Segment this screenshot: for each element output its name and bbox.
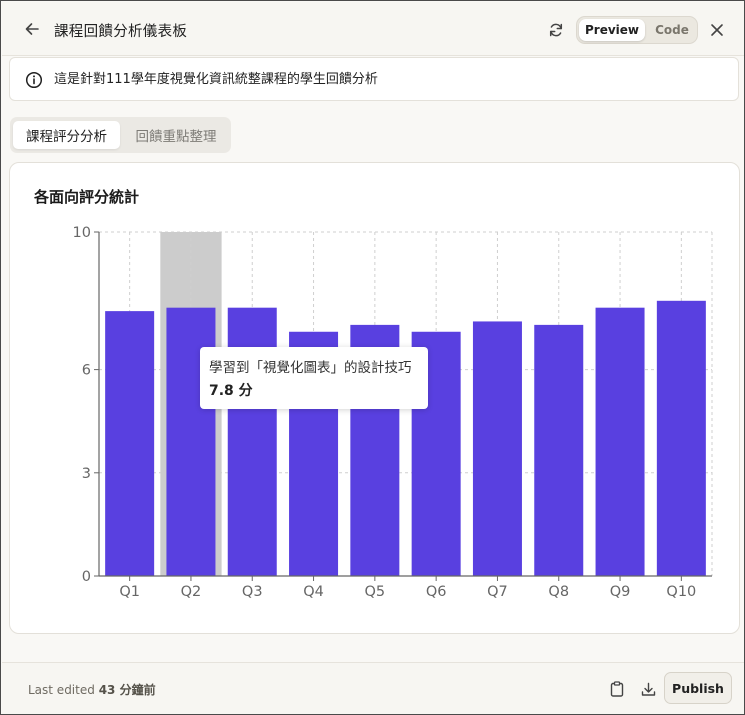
x-tick-label: Q7	[487, 584, 508, 600]
copy-button[interactable]	[607, 678, 627, 700]
bar-q8	[534, 324, 584, 576]
clipboard-icon	[610, 681, 624, 697]
footer-bar: Last edited 43 分鐘前 Publish	[2, 662, 744, 714]
refresh-icon	[549, 23, 563, 37]
close-icon	[711, 24, 723, 36]
x-tick-label: Q10	[666, 584, 696, 600]
tooltip-title: 學習到「視覺化圖表」的設計技巧	[209, 360, 412, 376]
y-tick-label: 10	[73, 225, 91, 241]
x-tick-label: Q4	[303, 584, 324, 600]
x-tick-label: Q6	[426, 584, 447, 600]
x-tick-label: Q1	[119, 584, 140, 600]
refresh-button[interactable]	[546, 20, 566, 40]
tab-feedback-summary[interactable]: 回饋重點整理	[124, 121, 228, 149]
y-tick-label: 6	[82, 363, 91, 379]
chart-tooltip: 學習到「視覺化圖表」的設計技巧 7.8 分	[200, 347, 428, 409]
tooltip-value: 7.8 分	[209, 383, 253, 399]
tab-course-rating[interactable]: 課程評分分析	[13, 121, 120, 149]
last-edited-prefix: Last edited	[28, 683, 95, 697]
x-tick-label: Q3	[242, 584, 263, 600]
preview-toggle-button[interactable]: Preview	[579, 19, 645, 41]
info-banner: 這是針對111學年度視覺化資訊統整課程的學生回饋分析	[9, 57, 739, 101]
info-text: 這是針對111學年度視覺化資訊統整課程的學生回饋分析	[54, 72, 378, 87]
download-icon	[641, 682, 655, 696]
top-bar: 課程回饋分析儀表板 Preview Code	[2, 2, 744, 56]
x-tick-label: Q9	[610, 584, 631, 600]
preview-code-toggle: Preview Code	[576, 16, 698, 44]
publish-button[interactable]: Publish	[664, 672, 732, 704]
x-tick-label: Q8	[548, 584, 569, 600]
x-tick-label: Q5	[365, 584, 386, 600]
last-edited-text: Last edited 43 分鐘前	[28, 681, 156, 698]
arrow-left-icon	[25, 23, 39, 35]
x-tick-label: Q2	[181, 584, 202, 600]
back-button[interactable]	[22, 19, 42, 39]
y-tick-label: 0	[82, 569, 91, 585]
tab-bar: 課程評分分析 回饋重點整理	[10, 117, 231, 153]
bar-q9	[595, 307, 645, 576]
chart-card: 各面向評分統計 0 3 6 10 Q1 Q2 Q3 Q4 Q5 Q6 Q7 Q8 Q9 Q10 學習到「視…	[9, 162, 740, 634]
info-icon	[25, 71, 43, 89]
bar-q7	[472, 321, 522, 576]
last-edited-value: 43 分鐘前	[98, 683, 156, 697]
bar-q1	[105, 311, 155, 576]
bar-q10	[656, 300, 706, 576]
code-toggle-button[interactable]: Code	[649, 19, 695, 41]
app-window: 課程回饋分析儀表板 Preview Code 這是針對111學年度視覺化資訊統整…	[0, 0, 745, 715]
app-title: 課程回饋分析儀表板	[54, 24, 188, 40]
y-tick-label: 3	[82, 466, 91, 482]
close-button[interactable]	[707, 20, 727, 40]
download-button[interactable]	[638, 678, 658, 700]
